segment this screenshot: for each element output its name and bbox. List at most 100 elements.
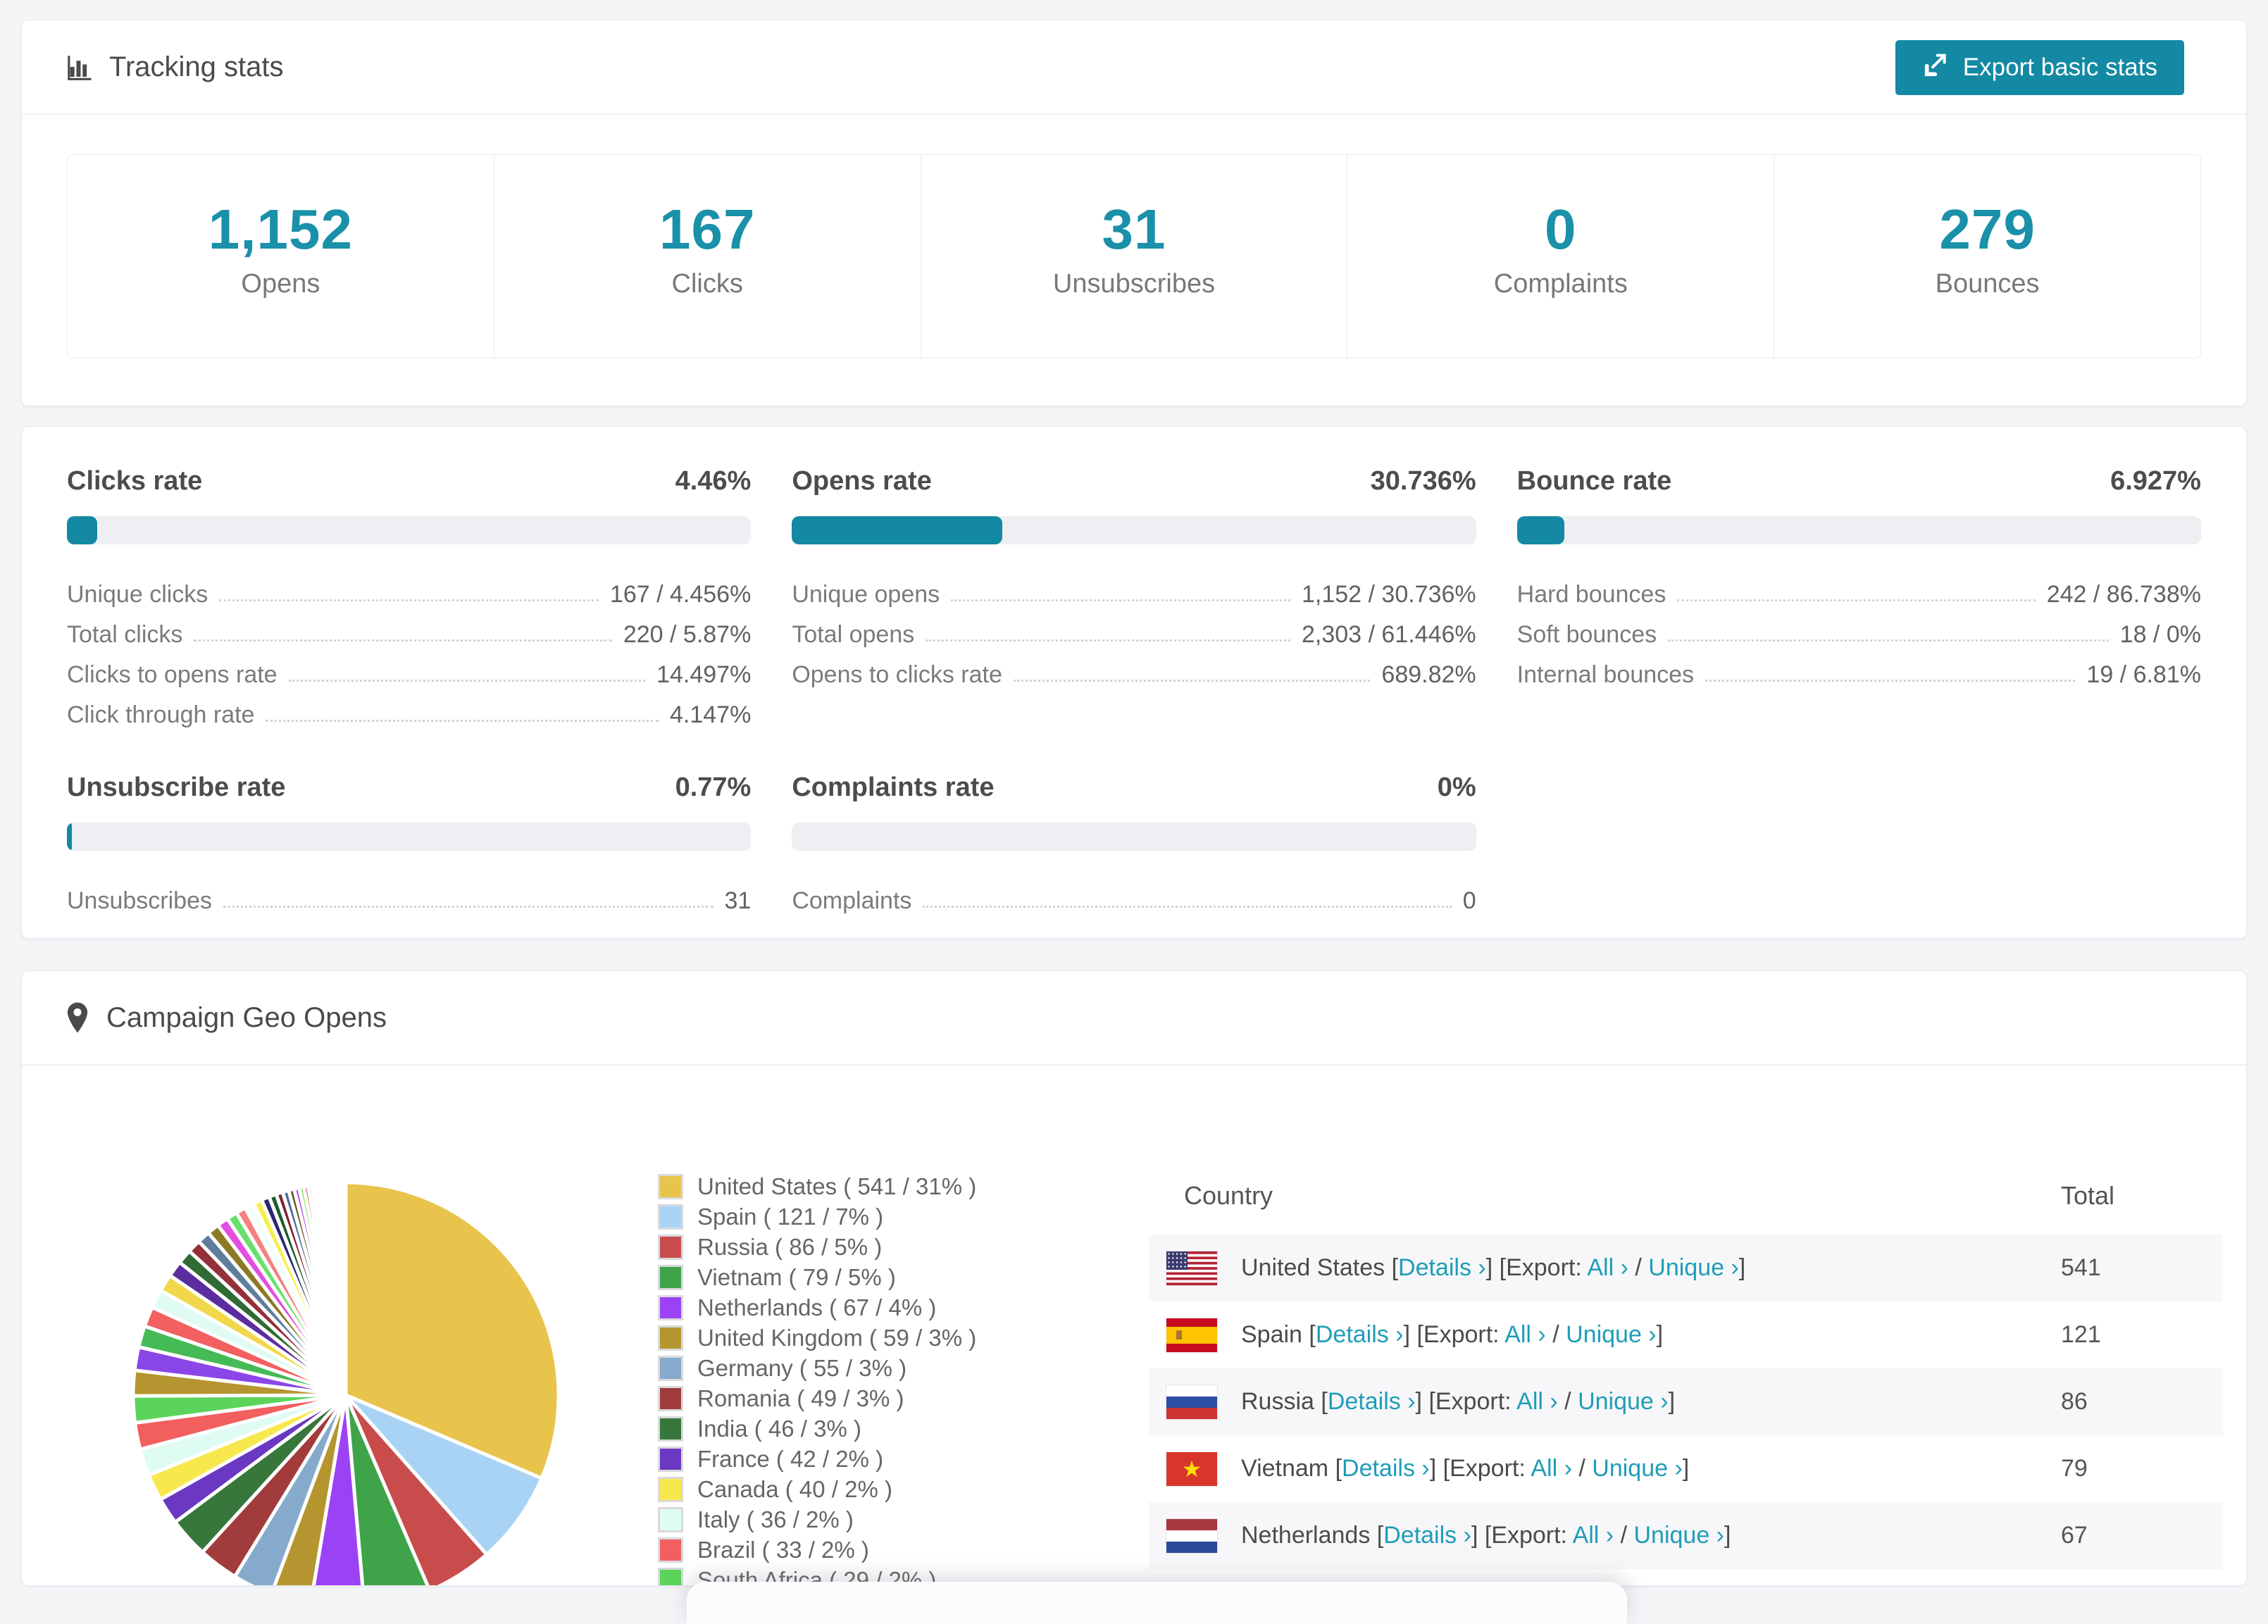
stat-box-complaints: 0 Complaints <box>1347 155 1775 358</box>
rate-detail-value: 2,303 / 61.446% <box>1302 621 1476 648</box>
export-basic-stats-button[interactable]: Export basic stats <box>1895 40 2184 95</box>
legend-swatch <box>658 1416 683 1442</box>
details-link[interactable]: Details › <box>1316 1321 1404 1348</box>
legend-swatch <box>658 1325 683 1351</box>
stat-value: 1,152 <box>208 198 353 261</box>
export-unique-link[interactable]: Unique › <box>1592 1455 1683 1482</box>
legend-item: United Kingdom ( 59 / 3% ) <box>658 1323 976 1353</box>
legend-item: Vietnam ( 79 / 5% ) <box>658 1262 976 1292</box>
geo-country-name: Spain <box>1241 1321 1309 1348</box>
rate-detail-value: 14.497% <box>656 661 752 688</box>
rate-progressbar <box>792 516 1476 544</box>
details-link[interactable]: Details › <box>1342 1455 1430 1482</box>
rate-block-unsubscribe: Unsubscribe rate 0.77% Unsubscribes 31 <box>67 773 752 915</box>
rate-block-complaints: Complaints rate 0% Complaints 0 <box>792 773 1476 915</box>
details-link[interactable]: Details › <box>1398 1254 1486 1281</box>
rate-block-opens: Opens rate 30.736% Unique opens 1,152 / 30.… <box>792 466 1476 729</box>
legend-item: France ( 42 / 2% ) <box>658 1444 976 1474</box>
legend-label: Netherlands ( 67 / 4% ) <box>697 1294 937 1320</box>
legend-item: Germany ( 55 / 3% ) <box>658 1353 976 1383</box>
rate-detail-row: Complaints 0 <box>792 875 1476 915</box>
export-all-link[interactable]: All › <box>1516 1388 1558 1415</box>
legend-swatch <box>658 1294 683 1320</box>
rate-value: 4.46% <box>675 466 752 496</box>
export-all-link[interactable]: All › <box>1531 1455 1572 1482</box>
export-unique-link[interactable]: Unique › <box>1578 1388 1669 1415</box>
rate-detail-row: Unique opens 1,152 / 30.736% <box>792 568 1476 608</box>
legend-label: Italy ( 36 / 2% ) <box>697 1506 854 1532</box>
export-unique-link[interactable]: Unique › <box>1633 1522 1724 1549</box>
rate-block-bounce: Bounce rate 6.927% Hard bounces 242 / 86.73… <box>1516 466 2201 729</box>
geo-table-row: United States [Details ›] [Export: All ›… <box>1149 1235 2223 1301</box>
rate-detail-value: 689.82% <box>1381 661 1476 688</box>
stat-label: Complaints <box>1493 269 1628 299</box>
rate-title: Unsubscribe rate <box>67 773 286 802</box>
legend-item: United States ( 541 / 31% ) <box>658 1171 976 1201</box>
rate-detail-row: Unique clicks 167 / 4.456% <box>67 568 751 608</box>
export-label: [Export: <box>1499 1254 1588 1281</box>
geo-table-row: ★ Vietnam [Details ›] [Export: All › / Un… <box>1149 1435 2223 1502</box>
rate-detail-label: Opens to clicks rate <box>792 661 1002 688</box>
geo-row-total: 79 <box>2061 1455 2088 1482</box>
export-unique-link[interactable]: Unique › <box>1648 1254 1739 1281</box>
geo-pie-chart <box>120 1163 571 1585</box>
export-all-link[interactable]: All › <box>1587 1254 1628 1281</box>
rate-detail-row: Internal bounces 19 / 6.81% <box>1517 649 2201 689</box>
rate-detail-label: Unsubscribes <box>67 887 212 914</box>
rate-detail-rows: Unique opens 1,152 / 30.736% Total opens 2,… <box>792 568 1476 689</box>
stat-label: Bounces <box>1935 269 2040 299</box>
dotted-leader <box>923 906 1452 908</box>
export-all-link[interactable]: All › <box>1504 1321 1546 1348</box>
rate-value: 0.77% <box>675 773 752 802</box>
legend-item: Romania ( 49 / 3% ) <box>658 1383 976 1413</box>
rate-detail-label: Total opens <box>792 621 915 648</box>
rate-progressbar-fill <box>1516 516 1564 544</box>
legend-item: Spain ( 121 / 7% ) <box>658 1201 976 1232</box>
legend-item: Brazil ( 33 / 2% ) <box>658 1535 976 1565</box>
stat-value: 279 <box>1939 198 2036 261</box>
rate-detail-label: Hard bounces <box>1516 581 1666 608</box>
rate-title: Clicks rate <box>67 466 203 496</box>
legend-swatch <box>658 1476 683 1502</box>
geo-row-text: Russia [Details ›] [Export: All › / Uniq… <box>1241 1388 1676 1415</box>
rate-detail-value: 18 / 0% <box>2119 621 2201 648</box>
rate-block-heading: Opens rate 30.736% <box>792 466 1476 496</box>
stat-box-bounces: 279 Bounces <box>1774 155 2200 358</box>
rate-progressbar <box>67 516 752 544</box>
legend-label: United Kingdom ( 59 / 3% ) <box>697 1324 977 1351</box>
dotted-leader <box>266 720 659 722</box>
vn-flag-icon: ★ <box>1166 1451 1217 1486</box>
legend-swatch <box>658 1385 683 1411</box>
stat-label: Clicks <box>671 269 743 299</box>
geo-row-text: Spain [Details ›] [Export: All › / Uniqu… <box>1241 1321 1664 1348</box>
export-unique-link[interactable]: Unique › <box>1566 1321 1657 1348</box>
rate-detail-row: Hard bounces 242 / 86.738% <box>1517 568 2201 608</box>
legend-label: United States ( 541 / 31% ) <box>697 1173 977 1199</box>
geo-table-row: Russia [Details ›] [Export: All › / Uniq… <box>1149 1368 2223 1435</box>
us-flag-icon <box>1166 1251 1217 1285</box>
legend-label: Vietnam ( 79 / 5% ) <box>697 1263 896 1290</box>
stats-summary-row: 1,152 Opens 167 Clicks 31 Unsubscribes 0 Compla… <box>67 154 2201 358</box>
geo-row-text: United States [Details ›] [Export: All ›… <box>1241 1254 1746 1281</box>
dotted-leader <box>926 639 1290 642</box>
export-all-link[interactable]: All › <box>1573 1522 1614 1549</box>
geo-table-header-country: Country <box>1184 1181 1273 1210</box>
dotted-leader <box>1705 680 2076 682</box>
geo-row-total: 541 <box>2061 1254 2101 1281</box>
rate-block-heading: Clicks rate 4.46% <box>67 466 751 496</box>
geo-country-name: Netherlands <box>1241 1522 1377 1549</box>
geo-table-row: Spain [Details ›] [Export: All › / Uniqu… <box>1149 1301 2223 1368</box>
details-link[interactable]: Details › <box>1383 1522 1471 1549</box>
bottom-peek-panel <box>687 1582 1627 1624</box>
legend-label: Russia ( 86 / 5% ) <box>697 1233 883 1260</box>
stat-value: 167 <box>659 198 756 261</box>
legend-label: Canada ( 40 / 2% ) <box>697 1475 892 1502</box>
stat-box-opens: 1,152 Opens <box>68 155 494 358</box>
legend-swatch <box>658 1446 683 1472</box>
rate-progressbar <box>792 823 1476 851</box>
details-link[interactable]: Details › <box>1328 1388 1416 1415</box>
rate-block-heading: Complaints rate 0% <box>792 773 1476 803</box>
rate-detail-row: Total opens 2,303 / 61.446% <box>792 608 1476 649</box>
tracking-stats-title: Tracking stats <box>64 51 283 83</box>
stat-label: Unsubscribes <box>1052 269 1216 299</box>
